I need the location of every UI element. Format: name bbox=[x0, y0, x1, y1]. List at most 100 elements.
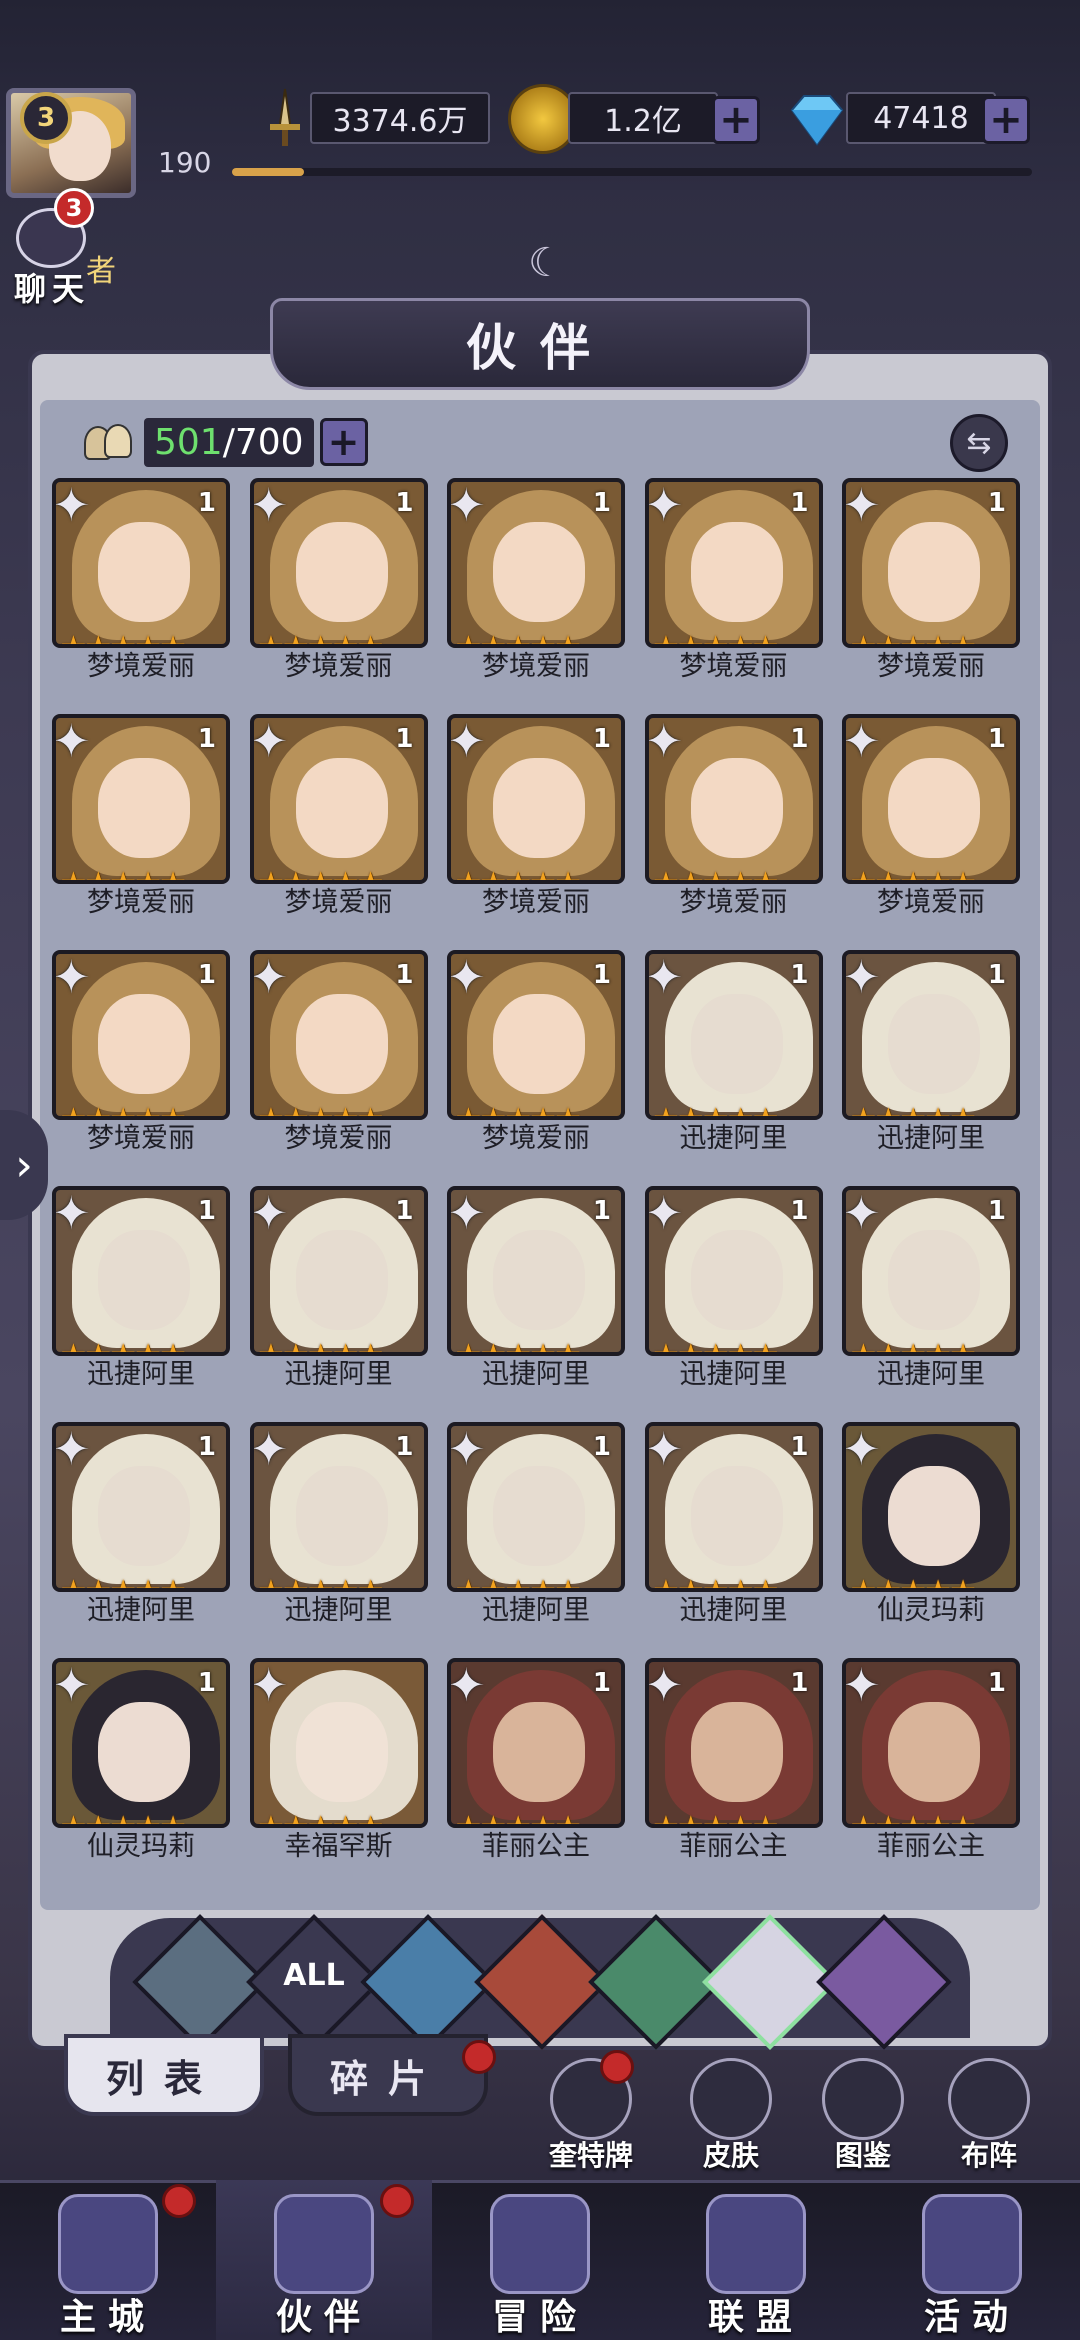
hero-name: 幸福罕斯 bbox=[284, 1831, 393, 1862]
hero-name: 迅捷阿里 bbox=[679, 1123, 788, 1154]
hero-card[interactable]: ✦ 1 ★★★★★ 迅捷阿里 bbox=[644, 944, 823, 1154]
hero-card[interactable]: ✦ 1 ★★★★★ 迅捷阿里 bbox=[842, 944, 1020, 1154]
hero-face bbox=[493, 1702, 585, 1802]
light-faction-icon: ✦ bbox=[52, 950, 91, 1004]
hero-card[interactable]: ✦ 1 ★★★★★ 迅捷阿里 bbox=[447, 1180, 625, 1390]
nav-alliance[interactable]: 联盟 bbox=[648, 2180, 864, 2340]
tab-list[interactable]: 列表 bbox=[64, 2034, 264, 2116]
hero-name: 迅捷阿里 bbox=[877, 1359, 985, 1390]
hero-card[interactable]: ✦ 1 ★★★★★ 梦境爱丽 bbox=[52, 944, 230, 1154]
tab-shards[interactable]: 碎片 bbox=[288, 2034, 488, 2116]
hero-card[interactable]: ✦ 1 ★★★★★ 梦境爱丽 bbox=[447, 944, 625, 1154]
light-faction-icon: ✦ bbox=[447, 950, 486, 1004]
hero-level: 1 bbox=[987, 960, 1006, 990]
hero-level: 1 bbox=[987, 488, 1006, 518]
hero-level: 1 bbox=[592, 1432, 611, 1462]
hero-card[interactable]: ✦ 1 ★★★★★ 梦境爱丽 bbox=[249, 708, 428, 918]
nav-city-label: 主城 bbox=[59, 2297, 156, 2338]
hero-face bbox=[888, 994, 980, 1094]
hero-card[interactable]: ✦ 1 ★★★★★ 迅捷阿里 bbox=[842, 1180, 1020, 1390]
hero-face bbox=[98, 758, 190, 858]
hero-level: 1 bbox=[395, 1432, 414, 1462]
hero-card[interactable]: ✦ 1 ★★★★★ 迅捷阿里 bbox=[249, 1416, 428, 1626]
hero-portrait: ✦ 1 ★★★★★ bbox=[249, 950, 428, 1120]
hero-face bbox=[888, 522, 980, 622]
hero-card[interactable]: ✦ 1 ★★★★★ 菲丽公主 bbox=[447, 1652, 625, 1862]
hero-portrait: ✦ 1 ★★★★★ bbox=[644, 1658, 823, 1828]
hero-face bbox=[690, 522, 783, 622]
hero-portrait: ✦ 1 ★★★★★ bbox=[842, 1186, 1020, 1356]
hero-card[interactable]: ✦ ★★★★★ 幸福罕斯 bbox=[249, 1652, 428, 1862]
partner-count-max: /700 bbox=[222, 421, 304, 463]
chat-button[interactable]: 3 聊天 bbox=[6, 188, 98, 310]
hero-card[interactable]: ✦ 1 ★★★★★ 梦境爱丽 bbox=[249, 944, 428, 1154]
hero-name: 梦境爱丽 bbox=[87, 651, 195, 682]
skins-button[interactable]: 皮肤 bbox=[676, 2058, 786, 2172]
hero-card[interactable]: ✦ 1 ★★★★★ 梦境爱丽 bbox=[52, 708, 230, 918]
hero-portrait: ✦ ★★★★★ bbox=[249, 1658, 428, 1828]
hero-portrait: ✦ 1 ★★★★★ bbox=[842, 1658, 1020, 1828]
hero-portrait: ✦ 1 ★★★★★ bbox=[52, 714, 230, 884]
hero-name: 梦境爱丽 bbox=[482, 1123, 590, 1154]
hero-card[interactable]: ✦ 1 ★★★★★ 迅捷阿里 bbox=[52, 1416, 230, 1626]
hero-face bbox=[493, 1230, 585, 1330]
hero-card[interactable]: ✦ 1 ★★★★★ 迅捷阿里 bbox=[447, 1416, 625, 1626]
light-faction-icon: ✦ bbox=[52, 1186, 91, 1240]
formation-button[interactable]: 布阵 bbox=[934, 2058, 1044, 2172]
hero-name: 菲丽公主 bbox=[679, 1831, 788, 1862]
cards-deck-icon bbox=[922, 2194, 1022, 2294]
hero-card[interactable]: ✦ 1 ★★★★★ 迅捷阿里 bbox=[644, 1180, 823, 1390]
xp-progress-fill bbox=[232, 168, 304, 176]
hero-name: 迅捷阿里 bbox=[87, 1595, 195, 1626]
hero-face bbox=[888, 1230, 980, 1330]
light-faction-icon: ✦ bbox=[249, 478, 289, 532]
wizard-hat-icon bbox=[274, 2194, 374, 2294]
hero-face bbox=[888, 1466, 980, 1566]
hero-portrait: ✦ 1 ★★★★★ bbox=[644, 478, 823, 648]
nav-adventure[interactable]: 冒险 bbox=[432, 2180, 648, 2340]
add-gems-button[interactable]: + bbox=[982, 96, 1030, 144]
hero-card[interactable]: ✦ 1 ★★★★★ 迅捷阿里 bbox=[644, 1416, 823, 1626]
hero-level: 1 bbox=[395, 1196, 414, 1226]
hero-name: 梦境爱丽 bbox=[87, 1123, 195, 1154]
player-level-badge: 3 bbox=[20, 92, 72, 144]
hero-card[interactable]: ✦ ★★★★★ 仙灵玛莉 bbox=[842, 1416, 1020, 1626]
hero-portrait: ✦ 1 ★★★★★ bbox=[447, 950, 625, 1120]
sort-toggle-button[interactable]: ⇆ bbox=[950, 414, 1008, 472]
compass-icon bbox=[490, 2194, 590, 2294]
hero-card[interactable]: ✦ 1 ★★★★★ 梦境爱丽 bbox=[842, 708, 1020, 918]
hero-card[interactable]: ✦ 1 ★★★★★ 梦境爱丽 bbox=[644, 708, 823, 918]
hero-card[interactable]: ✦ 1 ★★★★★ 菲丽公主 bbox=[842, 1652, 1020, 1862]
light-faction-icon: ✦ bbox=[842, 1186, 881, 1240]
hero-face bbox=[98, 1466, 190, 1566]
hero-card[interactable]: ✦ 1 ★★★★★ 迅捷阿里 bbox=[52, 1180, 230, 1390]
codex-button[interactable]: 图鉴 bbox=[808, 2058, 918, 2172]
hero-level: 1 bbox=[592, 724, 611, 754]
hero-level: 1 bbox=[197, 488, 216, 518]
hero-face bbox=[690, 758, 783, 858]
hero-card[interactable]: ✦ 1 ★★★★★ 迅捷阿里 bbox=[249, 1180, 428, 1390]
hero-card[interactable]: ✦ 1 ★★★★★ 梦境爱丽 bbox=[52, 472, 230, 682]
add-gold-button[interactable]: + bbox=[712, 96, 760, 144]
hero-card[interactable]: ✦ 1 ★★★★★ 梦境爱丽 bbox=[249, 472, 428, 682]
hero-name: 迅捷阿里 bbox=[679, 1595, 788, 1626]
hero-card[interactable]: ✦ 1 ★★★★★ 仙灵玛莉 bbox=[52, 1652, 230, 1862]
hero-portrait: ✦ 1 ★★★★★ bbox=[644, 1422, 823, 1592]
hero-card[interactable]: ✦ 1 ★★★★★ 梦境爱丽 bbox=[447, 472, 625, 682]
hero-card[interactable]: ✦ 1 ★★★★★ 梦境爱丽 bbox=[447, 708, 625, 918]
hero-card[interactable]: ✦ 1 ★★★★★ 梦境爱丽 bbox=[644, 472, 823, 682]
hero-card[interactable]: ✦ 1 ★★★★★ 梦境爱丽 bbox=[842, 472, 1020, 682]
partners-notification-dot bbox=[380, 2184, 414, 2218]
hero-card[interactable]: ✦ 1 ★★★★★ 菲丽公主 bbox=[644, 1652, 823, 1862]
chat-extra-text: 者 bbox=[86, 254, 116, 289]
hero-name: 菲丽公主 bbox=[877, 1831, 985, 1862]
nav-events[interactable]: 活动 bbox=[864, 2180, 1080, 2340]
expand-capacity-button[interactable]: + bbox=[319, 418, 368, 466]
chat-unread-badge: 3 bbox=[54, 188, 94, 228]
hero-portrait: ✦ 1 ★★★★★ bbox=[249, 478, 428, 648]
hero-face bbox=[690, 1466, 783, 1566]
hero-name: 菲丽公主 bbox=[482, 1831, 590, 1862]
light-faction-icon: ✦ bbox=[447, 1658, 486, 1712]
hero-portrait: ✦ 1 ★★★★★ bbox=[249, 714, 428, 884]
nav-events-label: 活动 bbox=[923, 2297, 1020, 2338]
